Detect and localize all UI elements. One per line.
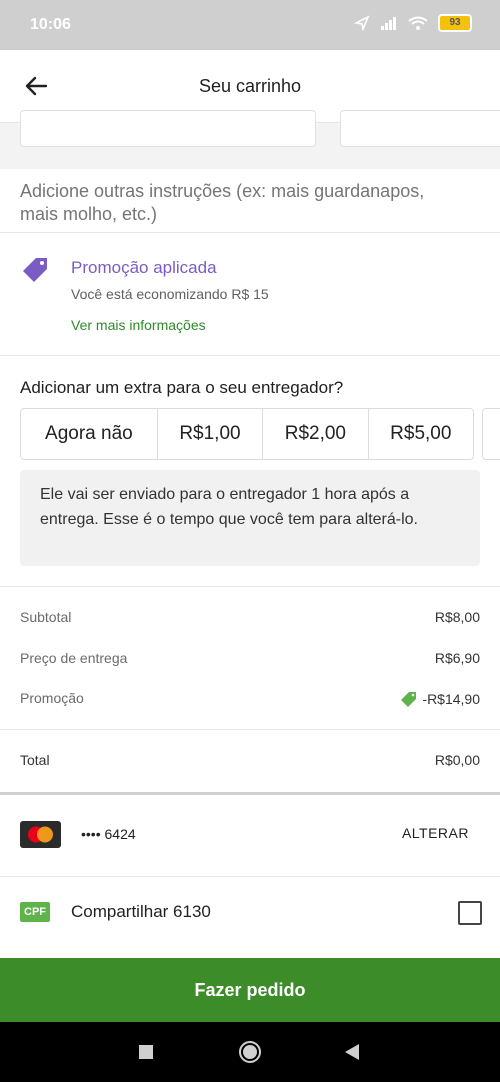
signal-icon	[381, 17, 396, 30]
cpf-icon: CPF	[20, 902, 50, 922]
divider	[0, 729, 500, 730]
divider	[0, 586, 500, 587]
home-icon[interactable]	[238, 1040, 262, 1064]
status-icons: 93	[354, 14, 472, 32]
section-divider	[0, 792, 500, 795]
card-number: •••• 6424	[81, 826, 136, 842]
total-value: R$0,00	[434, 752, 480, 768]
status-bar: 10:06 93	[0, 0, 500, 50]
recents-icon[interactable]	[138, 1044, 154, 1060]
tag-icon	[23, 258, 47, 282]
battery-icon: 93	[438, 14, 472, 32]
tip-options: Agora não R$1,00 R$2,00 R$5,00	[20, 408, 474, 460]
delivery-fee-value: R$6,90	[434, 650, 480, 666]
delivery-fee-row: Preço de entrega R$6,90	[20, 650, 480, 666]
navigation-icon	[354, 15, 370, 31]
divider	[0, 232, 500, 233]
tip-option-2[interactable]: R$2,00	[263, 409, 369, 459]
subtotal-value: R$8,00	[434, 609, 480, 625]
promotion-amount: -R$14,90	[422, 691, 480, 707]
promotion-info-link[interactable]: Ver mais informações	[71, 317, 206, 333]
total-label: Total	[20, 752, 50, 768]
mastercard-icon	[20, 821, 61, 848]
status-time: 10:06	[30, 16, 71, 33]
tip-option-1[interactable]: R$1,00	[158, 409, 264, 459]
tip-option-none[interactable]: Agora não	[21, 409, 158, 459]
tip-option-more[interactable]	[482, 408, 500, 460]
wifi-icon	[408, 16, 428, 30]
promotion-row: Promoção -R$14,90	[20, 690, 480, 708]
divider	[0, 355, 500, 356]
promotion-label: Promoção	[20, 690, 84, 706]
subtotal-row: Subtotal R$8,00	[20, 609, 480, 625]
system-navigation-bar	[0, 1022, 500, 1082]
change-payment-button[interactable]: ALTERAR	[402, 825, 469, 841]
promotion-title: Promoção aplicada	[71, 258, 217, 277]
delivery-fee-label: Preço de entrega	[20, 650, 128, 666]
tag-icon	[401, 692, 417, 707]
divider	[0, 876, 500, 877]
promotion-value: -R$14,90	[400, 690, 480, 708]
share-cpf-checkbox[interactable]	[458, 901, 482, 925]
instructions-field[interactable]: Adicione outras instruções (ex: mais gua…	[20, 180, 460, 226]
tip-option-5[interactable]: R$5,00	[369, 409, 473, 459]
suggested-item-card[interactable]	[340, 110, 500, 147]
promotion-description: Você está economizando R$ 15	[71, 286, 269, 302]
page-title: Seu carrinho	[198, 76, 302, 96]
back-icon[interactable]	[343, 1043, 361, 1061]
tip-note: Ele vai ser enviado para o entregador 1 …	[20, 470, 480, 566]
tip-question: Adicionar um extra para o seu entregador…	[20, 378, 344, 397]
share-cpf-label: Compartilhar 6130	[71, 902, 211, 921]
subtotal-label: Subtotal	[20, 609, 72, 625]
suggested-item-card[interactable]	[20, 110, 316, 147]
total-row: Total R$0,00	[20, 752, 480, 768]
place-order-button[interactable]: Fazer pedido	[0, 958, 500, 1022]
